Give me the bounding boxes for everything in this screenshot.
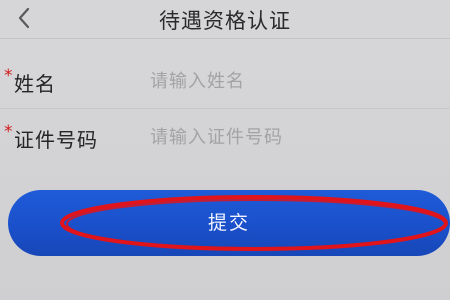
screen: 待遇资格认证 * 姓名 * 证件号码 提交 xyxy=(0,0,450,300)
required-mark: * xyxy=(4,66,13,86)
page-title: 待遇资格认证 xyxy=(159,9,291,33)
name-row: * 姓名 xyxy=(0,56,450,110)
id-number-label: 证件号码 xyxy=(14,128,98,152)
name-input[interactable] xyxy=(150,67,410,95)
row-divider xyxy=(0,108,450,109)
navigation-bar: 待遇资格认证 xyxy=(0,0,450,39)
submit-button[interactable]: 提交 xyxy=(8,190,450,256)
submit-label: 提交 xyxy=(207,212,250,234)
id-number-input[interactable] xyxy=(150,123,410,151)
id-number-row: * 证件号码 xyxy=(0,112,450,166)
required-mark: * xyxy=(4,122,13,142)
name-label: 姓名 xyxy=(14,72,56,96)
